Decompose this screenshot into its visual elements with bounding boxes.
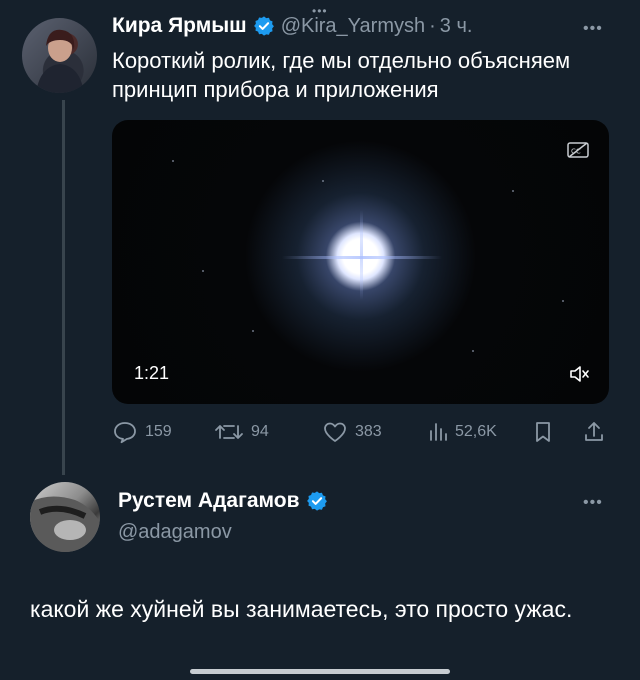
home-indicator[interactable] <box>190 669 450 674</box>
heart-icon <box>324 422 346 442</box>
star-particle <box>322 180 324 182</box>
tweet-actions: 159 94 383 52,6K <box>112 418 612 448</box>
tweet-text: Короткий ролик, где мы отдельно объясняе… <box>112 48 571 102</box>
tweet-header: Рустем Адагамов <box>118 489 334 513</box>
verified-badge-icon <box>306 491 327 511</box>
verified-badge-icon <box>253 16 274 36</box>
retweet-icon <box>215 425 243 439</box>
meta-separator: · <box>429 14 436 37</box>
star-particle <box>472 350 474 352</box>
captions-off-icon[interactable]: CC <box>567 142 589 158</box>
more-options-icon[interactable]: ••• <box>583 494 603 512</box>
video-player[interactable]: CC 1:21 <box>112 120 609 404</box>
like-count: 383 <box>355 423 382 440</box>
star-particle <box>202 270 204 272</box>
retweet-button[interactable]: 94 <box>214 420 269 444</box>
reply-icon <box>114 422 136 444</box>
views-count: 52,6K <box>455 423 497 440</box>
light-flare-vertical <box>360 210 363 300</box>
more-options-icon[interactable]: ••• <box>583 20 603 38</box>
tweet-header: Кира Ярмыш @Kira_Yarmysh · 3 ч. <box>112 14 472 38</box>
bookmark-icon <box>536 422 550 442</box>
star-particle <box>512 190 514 192</box>
retweet-count: 94 <box>251 423 269 440</box>
like-button[interactable]: 383 <box>322 420 382 444</box>
author-handle[interactable]: @adagamov <box>118 521 232 544</box>
author-name[interactable]: Кира Ярмыш <box>112 14 247 38</box>
star-particle <box>172 160 174 162</box>
thread-connector-line <box>62 100 65 475</box>
views-button[interactable]: 52,6K <box>428 420 497 444</box>
author-handle[interactable]: @Kira_Yarmysh <box>281 15 425 38</box>
star-particle <box>252 330 254 332</box>
tweet-time[interactable]: 3 ч. <box>440 15 473 38</box>
avatar[interactable] <box>22 18 97 93</box>
bookmark-button[interactable] <box>532 420 561 444</box>
reply-count: 159 <box>145 423 172 440</box>
share-icon <box>585 422 603 441</box>
share-button[interactable] <box>582 420 613 444</box>
muted-speaker-icon[interactable] <box>569 364 591 384</box>
avatar[interactable] <box>30 482 100 552</box>
video-duration: 1:21 <box>134 363 170 383</box>
tweet-text: какой же хуйней вы занимаетесь, это прос… <box>30 596 573 622</box>
views-chart-icon <box>430 423 447 441</box>
reply-button[interactable]: 159 <box>112 420 172 444</box>
author-name[interactable]: Рустем Адагамов <box>118 489 300 513</box>
star-particle <box>562 300 564 302</box>
